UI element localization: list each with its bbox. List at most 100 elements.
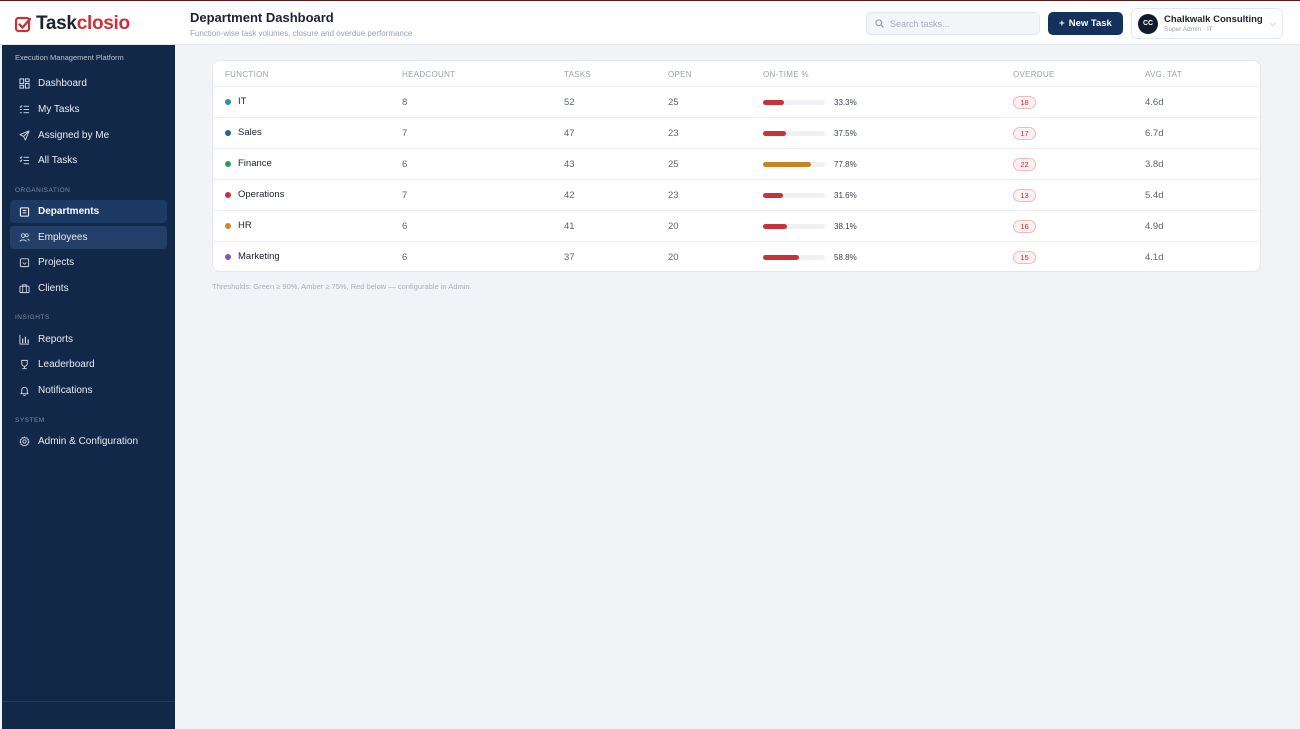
overdue-badge: 15 xyxy=(1013,251,1036,264)
sidebar-item-my-tasks[interactable]: My Tasks xyxy=(10,98,167,121)
gear-icon xyxy=(19,436,30,447)
sidebar-item-reports[interactable]: Reports xyxy=(10,328,167,351)
section-label-insights: INSIGHTS xyxy=(15,314,50,321)
sidebar-item-label: Departments xyxy=(38,206,100,217)
on-time-progress-fill xyxy=(763,162,812,167)
function-name: Operations xyxy=(238,189,285,200)
table-row[interactable]: Sales 7 47 23 37.5% 17 6.7d xyxy=(213,118,1260,149)
function-cell[interactable]: Sales xyxy=(225,127,262,138)
sidebar-item-admin-configuration[interactable]: Admin & Configuration xyxy=(10,430,167,453)
tasks-cell: 41 xyxy=(564,221,575,232)
tasks-cell: 52 xyxy=(564,97,575,108)
sidebar-item-projects[interactable]: Projects xyxy=(10,251,167,274)
plus-icon: + xyxy=(1059,18,1065,29)
status-dot-icon xyxy=(225,191,231,198)
on-time-percent: 58.8% xyxy=(834,253,857,262)
on-time-percent: 31.6% xyxy=(834,191,857,200)
sidebar-item-clients[interactable]: Clients xyxy=(10,277,167,300)
overdue-badge: 22 xyxy=(1013,158,1036,171)
user-menu[interactable]: CC Chalkwalk Consulting Super Admin · IT… xyxy=(1131,8,1283,39)
sidebar-item-label: Clients xyxy=(38,283,69,294)
column-header-overdue[interactable]: OVERDUE xyxy=(1013,70,1055,79)
search-input[interactable] xyxy=(890,18,1030,29)
on-time-progress-fill xyxy=(763,193,783,198)
on-time-percent: 77.8% xyxy=(834,160,857,169)
column-header-on-time[interactable]: ON-TIME % xyxy=(763,70,809,79)
function-name: IT xyxy=(238,96,247,107)
user-name: Chalkwalk Consulting xyxy=(1164,14,1263,25)
avg-tat-cell: 6.7d xyxy=(1145,128,1164,139)
function-name: Sales xyxy=(238,127,262,138)
table-row[interactable]: IT 8 52 25 33.3% 18 4.6d xyxy=(213,87,1260,118)
tasks-cell: 42 xyxy=(564,190,575,201)
avg-tat-cell: 3.8d xyxy=(1145,159,1164,170)
headcount-cell: 7 xyxy=(402,128,408,139)
sidebar-item-departments[interactable]: Departments xyxy=(10,200,167,223)
sidebar-item-employees[interactable]: Employees xyxy=(10,226,167,249)
table-row[interactable]: Finance 6 43 25 77.8% 22 3.8d xyxy=(213,149,1260,180)
status-dot-icon xyxy=(225,129,231,136)
sidebar-item-notifications[interactable]: Notifications xyxy=(10,379,167,402)
on-time-progress-fill xyxy=(763,100,784,105)
brand-name: Taskclosio xyxy=(36,13,130,35)
user-info: Chalkwalk Consulting Super Admin · IT xyxy=(1164,14,1263,33)
briefcase-icon xyxy=(19,283,30,294)
open-cell: 20 xyxy=(668,221,679,232)
sidebar-item-label: All Tasks xyxy=(38,155,78,166)
page-subtitle: Function-wise task volumes, closure and … xyxy=(190,29,413,38)
function-cell[interactable]: Operations xyxy=(225,189,284,200)
on-time-progress-fill xyxy=(763,255,800,260)
open-cell: 25 xyxy=(668,159,679,170)
status-dot-icon xyxy=(225,160,231,167)
search-box[interactable] xyxy=(866,12,1040,35)
section-label-organisation: ORGANISATION xyxy=(15,187,71,194)
chevron-down-icon: ⌵ xyxy=(1269,18,1276,28)
sidebar-item-assigned-by-me[interactable]: Assigned by Me xyxy=(10,124,167,147)
open-cell: 25 xyxy=(668,97,679,108)
check-square-icon xyxy=(14,16,32,32)
avg-tat-cell: 4.9d xyxy=(1145,221,1164,232)
sidebar-item-label: Assigned by Me xyxy=(38,130,110,141)
table-row[interactable]: Marketing 6 37 20 58.8% 15 4.1d xyxy=(213,242,1260,271)
send-icon xyxy=(19,130,30,141)
function-cell[interactable]: IT xyxy=(225,96,246,107)
column-header-headcount[interactable]: HEADCOUNT xyxy=(402,70,455,79)
overdue-badge: 17 xyxy=(1013,127,1036,140)
dashboard-icon xyxy=(19,78,30,89)
checklist-icon xyxy=(19,104,30,115)
thresholds-note: Thresholds: Green ≥ 90%, Amber ≥ 75%, Re… xyxy=(212,282,472,291)
column-header-open[interactable]: OPEN xyxy=(668,70,692,79)
headcount-cell: 7 xyxy=(402,190,408,201)
function-cell[interactable]: Marketing xyxy=(225,251,280,262)
sidebar-item-all-tasks[interactable]: All Tasks xyxy=(10,149,167,172)
on-time-progress-bar xyxy=(763,224,825,229)
avatar: CC xyxy=(1138,13,1158,34)
search-icon xyxy=(875,19,884,28)
function-cell[interactable]: HR xyxy=(225,220,252,231)
sidebar: Execution Management Platform Dashboard … xyxy=(2,45,175,729)
on-time-progress-fill xyxy=(763,224,787,229)
sidebar-item-label: Notifications xyxy=(38,385,93,396)
overdue-badge: 16 xyxy=(1013,220,1036,233)
column-header-function[interactable]: FUNCTION xyxy=(225,70,269,79)
headcount-cell: 6 xyxy=(402,221,408,232)
sidebar-item-label: Leaderboard xyxy=(38,359,95,370)
brand-name-part1: Task xyxy=(36,12,77,34)
sidebar-item-dashboard[interactable]: Dashboard xyxy=(10,72,167,95)
sidebar-item-label: Employees xyxy=(38,232,88,243)
function-name: Finance xyxy=(238,158,272,169)
table-row[interactable]: Operations 7 42 23 31.6% 13 5.4d xyxy=(213,180,1260,211)
function-cell[interactable]: Finance xyxy=(225,158,272,169)
trophy-icon xyxy=(19,359,30,370)
new-task-label: New Task xyxy=(1068,18,1112,29)
column-header-tasks[interactable]: TASKS xyxy=(564,70,591,79)
sidebar-footer xyxy=(2,701,175,729)
table-row[interactable]: HR 6 41 20 38.1% 16 4.9d xyxy=(213,211,1260,242)
new-task-button[interactable]: + New Task xyxy=(1048,12,1123,35)
on-time-progress-bar xyxy=(763,255,825,260)
on-time-percent: 37.5% xyxy=(834,129,857,138)
brand-logo[interactable]: Taskclosio xyxy=(0,1,175,46)
column-header-avg-tat[interactable]: AVG. TAT xyxy=(1145,70,1182,79)
sidebar-item-label: My Tasks xyxy=(38,104,80,115)
sidebar-item-leaderboard[interactable]: Leaderboard xyxy=(10,353,167,376)
